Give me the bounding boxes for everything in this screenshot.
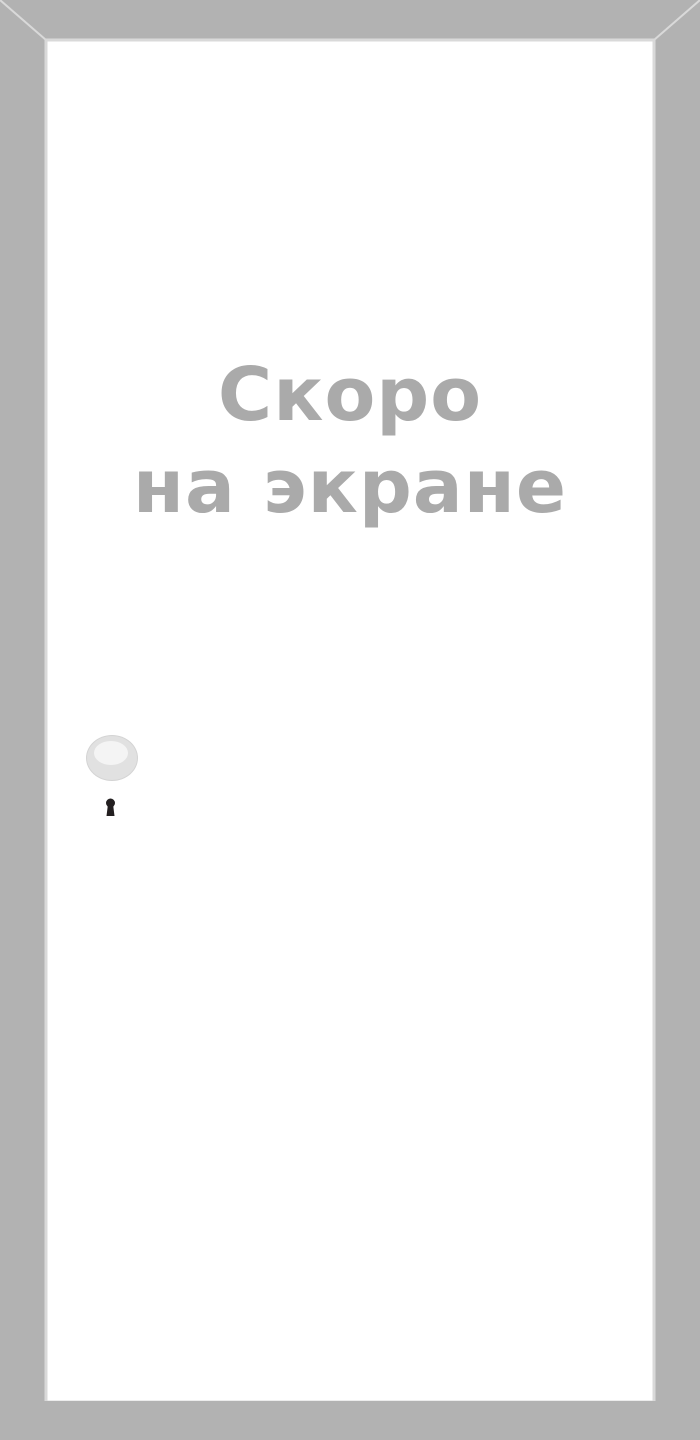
door-panel xyxy=(44,38,656,1404)
copyright-label: © Стальная линия xyxy=(602,1044,637,1360)
door-threshold xyxy=(0,1401,700,1440)
coming-soon-door-illustration: Скоро на экране © Стальная линия xyxy=(0,0,700,1440)
keyhole-icon xyxy=(106,798,115,816)
door-knob-icon xyxy=(86,735,138,781)
heading-line-2: на экране xyxy=(132,444,568,530)
heading-line-1: Скоро xyxy=(217,352,483,438)
door-frame-icon xyxy=(0,0,700,1440)
